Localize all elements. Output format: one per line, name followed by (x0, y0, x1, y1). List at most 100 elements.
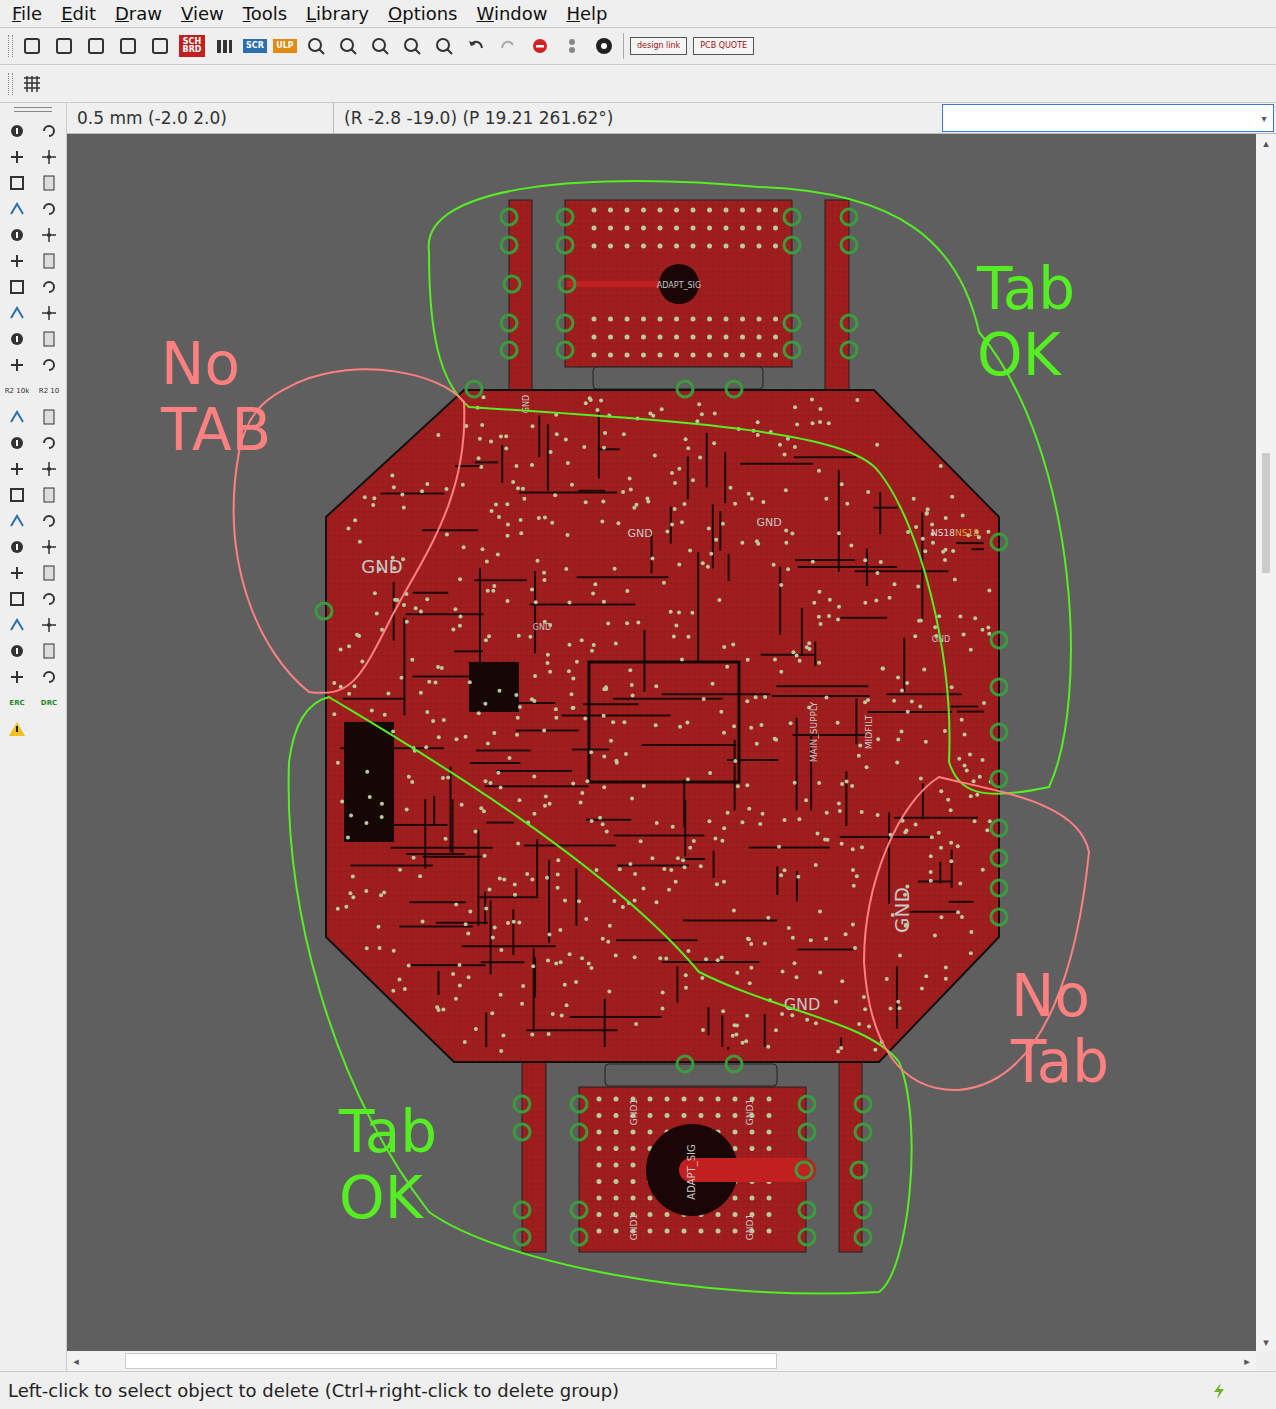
menu-item[interactable]: Help (566, 3, 607, 24)
tool-button[interactable] (35, 510, 63, 532)
tool-button[interactable] (3, 510, 31, 532)
undo-button[interactable] (463, 33, 489, 59)
tool-button[interactable] (35, 328, 63, 350)
tool-button[interactable] (35, 354, 63, 376)
tool-button[interactable] (3, 406, 31, 428)
tool-button[interactable] (35, 406, 63, 428)
tool-button[interactable] (35, 172, 63, 194)
design-link-button[interactable]: design link (630, 37, 687, 55)
tool-button[interactable] (3, 562, 31, 584)
tool-button[interactable] (35, 562, 63, 584)
zoom-button[interactable] (335, 33, 361, 59)
tool-button[interactable] (3, 120, 31, 142)
stop-button[interactable] (527, 33, 553, 59)
tool-icon (8, 590, 26, 608)
tool-button[interactable] (35, 146, 63, 168)
tool-icon (8, 564, 26, 582)
vertical-scrollbar[interactable]: ▴ ▾ (1256, 134, 1276, 1351)
zoom-icon (402, 36, 422, 56)
zoom-button[interactable] (431, 33, 457, 59)
toolbar-button[interactable] (19, 33, 45, 59)
tool-button[interactable] (35, 432, 63, 454)
go-button[interactable] (559, 33, 585, 59)
tool-button[interactable] (35, 276, 63, 298)
help-button[interactable] (591, 33, 617, 59)
tool-button[interactable] (35, 614, 63, 636)
board-canvas[interactable]: GNDGNDGNDGNDGNDADAPT_SIGMAIN_SUPPLYMIDFI… (67, 134, 1256, 1351)
scr-button[interactable]: SCR (243, 39, 267, 53)
tool-button[interactable] (35, 120, 63, 142)
toolbar-button[interactable] (51, 33, 77, 59)
tool-button[interactable] (3, 276, 31, 298)
tool-button[interactable] (3, 432, 31, 454)
value-tool[interactable]: R2 10k (3, 380, 31, 402)
command-input[interactable] (943, 105, 1255, 131)
zoom-button[interactable] (367, 33, 393, 59)
tool-button[interactable] (35, 536, 63, 558)
scroll-thumb[interactable] (125, 1353, 777, 1369)
errors-tool[interactable] (3, 718, 31, 740)
tool-button[interactable] (3, 354, 31, 376)
tool-icon (40, 616, 58, 634)
grid-button[interactable] (19, 71, 45, 97)
tool-button[interactable] (3, 458, 31, 480)
tool-button[interactable] (35, 302, 63, 324)
tool-button[interactable] (3, 172, 31, 194)
redo-button[interactable] (495, 33, 521, 59)
tool-button[interactable] (35, 666, 63, 688)
pcb-quote-button[interactable]: PCB QUOTE (693, 37, 754, 55)
scroll-up-arrow[interactable]: ▴ (1257, 134, 1275, 152)
scroll-thumb[interactable] (1262, 453, 1270, 573)
board-outline[interactable] (326, 390, 999, 1062)
menu-item[interactable]: Options (388, 3, 457, 24)
tool-button[interactable] (3, 614, 31, 636)
tool-button[interactable] (3, 224, 31, 246)
command-line[interactable]: ▾ (942, 104, 1274, 132)
toolbar-grip (14, 107, 52, 112)
toolbar-button[interactable] (147, 33, 173, 59)
sch-brd-button[interactable]: SCH BRD (179, 35, 205, 57)
menu-item[interactable]: Library (306, 3, 369, 24)
tool-button[interactable] (35, 458, 63, 480)
pcb-drawing[interactable]: GNDGNDGNDGNDGNDADAPT_SIGMAIN_SUPPLYMIDFI… (67, 134, 1254, 1351)
tool-button[interactable] (35, 224, 63, 246)
scroll-down-arrow[interactable]: ▾ (1257, 1333, 1275, 1351)
scroll-right-arrow[interactable]: ▸ (1238, 1352, 1256, 1370)
tool-button[interactable] (3, 198, 31, 220)
tool-button[interactable] (3, 484, 31, 506)
history-dropdown[interactable]: ▾ (1255, 105, 1273, 131)
menu-item[interactable]: Edit (61, 3, 96, 24)
tool-icon (40, 434, 58, 452)
toolbar-button[interactable] (211, 33, 237, 59)
tool-button[interactable] (35, 198, 63, 220)
tool-button[interactable] (3, 666, 31, 688)
tool-button[interactable] (3, 536, 31, 558)
tool-button[interactable] (35, 250, 63, 272)
tool-button[interactable] (3, 588, 31, 610)
tool-icon (40, 330, 58, 348)
toolbar-button[interactable] (115, 33, 141, 59)
tool-button[interactable] (35, 484, 63, 506)
zoom-button[interactable] (399, 33, 425, 59)
toolbar-button[interactable] (83, 33, 109, 59)
menu-item[interactable]: Window (477, 3, 548, 24)
board-labels: GNDGNDGNDGNDGNDADAPT_SIGMAIN_SUPPLYMIDFI… (361, 281, 979, 1240)
tool-button[interactable] (35, 640, 63, 662)
horizontal-scrollbar[interactable]: ◂ ▸ (67, 1351, 1276, 1371)
menu-item[interactable]: File (12, 3, 42, 24)
menu-item[interactable]: View (181, 3, 224, 24)
smash-tool[interactable]: R2 10 (35, 380, 63, 402)
tool-button[interactable] (3, 250, 31, 272)
drc-tool[interactable]: DRC (35, 692, 63, 714)
scroll-left-arrow[interactable]: ◂ (67, 1352, 85, 1370)
menu-item[interactable]: Draw (115, 3, 162, 24)
tool-button[interactable] (3, 146, 31, 168)
tool-button[interactable] (3, 328, 31, 350)
tool-button[interactable] (3, 302, 31, 324)
tool-button[interactable] (3, 640, 31, 662)
tool-button[interactable] (35, 588, 63, 610)
erc-tool[interactable]: ERC (3, 692, 31, 714)
zoom-button[interactable] (303, 33, 329, 59)
ulp-button[interactable]: ULP (273, 39, 297, 53)
menu-item[interactable]: Tools (243, 3, 287, 24)
